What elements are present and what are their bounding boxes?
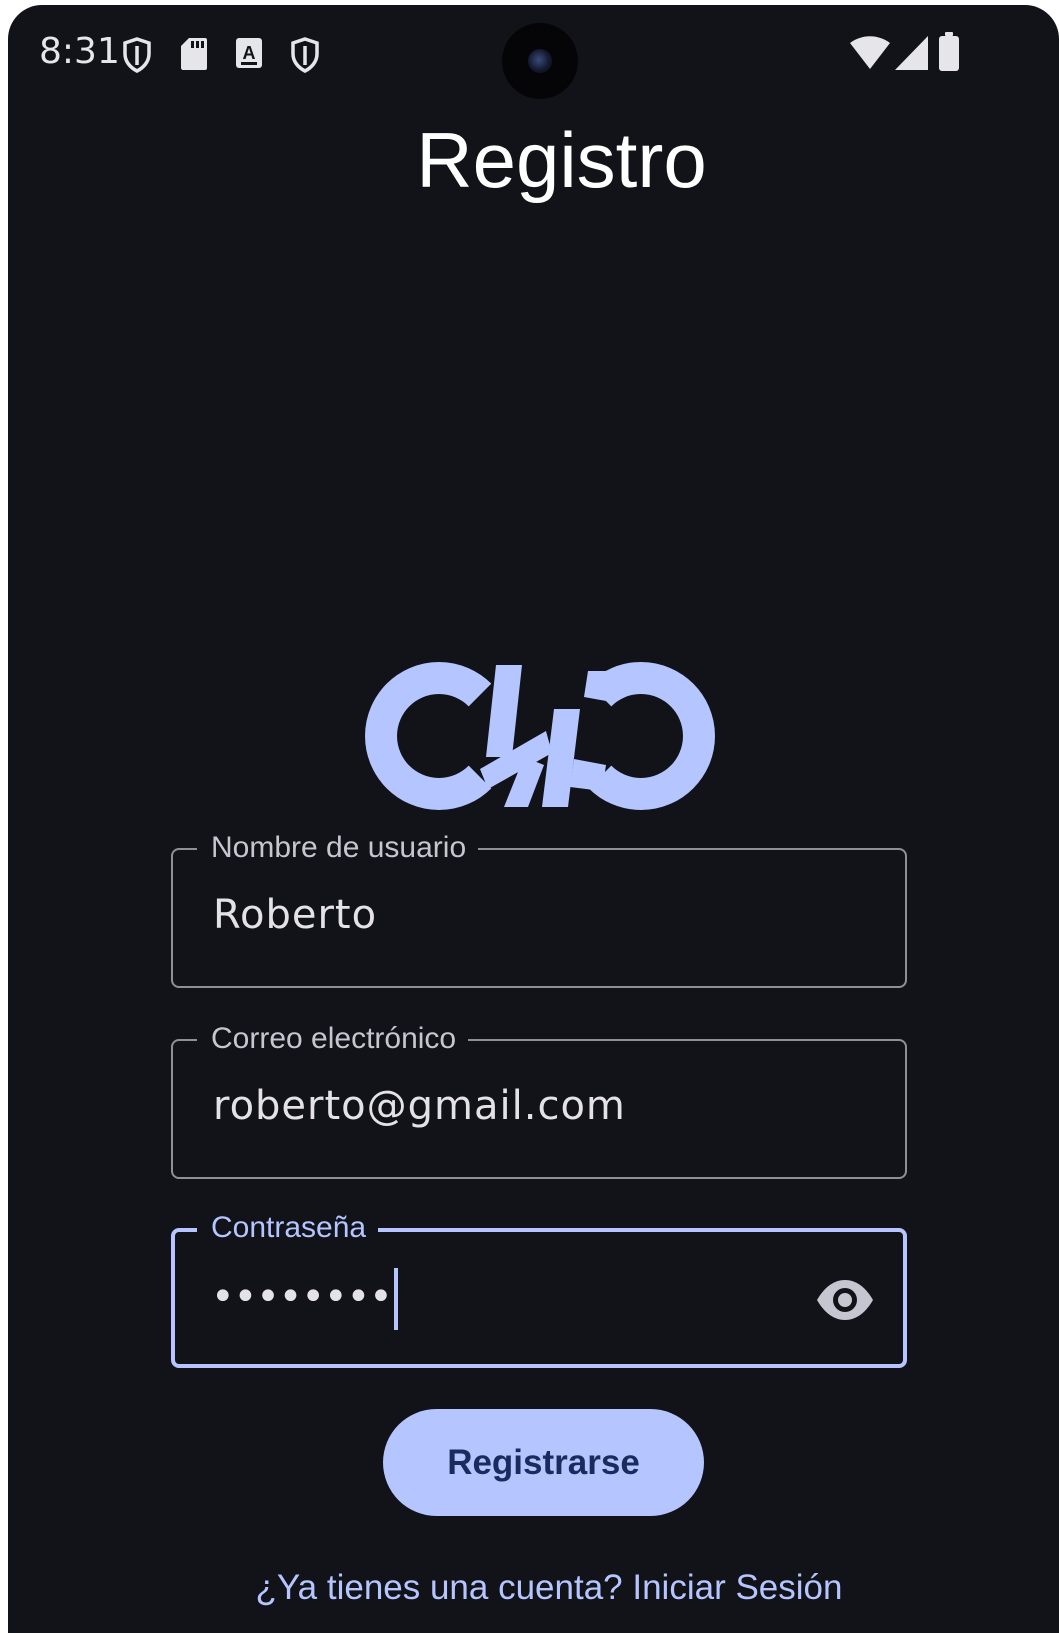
login-link[interactable]: ¿Ya tienes una cuenta? Iniciar Sesión xyxy=(8,1568,1059,1608)
sd-card-icon xyxy=(181,38,207,70)
text-caret xyxy=(393,1268,398,1330)
front-camera xyxy=(502,23,578,99)
svg-text:A: A xyxy=(243,43,256,63)
password-masked-text: •••••••• xyxy=(211,1274,393,1320)
status-bar: 8:31 A xyxy=(8,5,1059,105)
page-title: Registro xyxy=(416,116,707,204)
username-field[interactable]: Nombre de usuario Roberto xyxy=(171,828,907,988)
phone-screen: 8:31 A Registro Nombre de usuario Robert… xyxy=(8,5,1059,1633)
password-label: Contraseña xyxy=(197,1208,379,1248)
register-button[interactable]: Registrarse xyxy=(383,1409,704,1516)
cell-signal-icon xyxy=(895,36,928,70)
eye-icon[interactable] xyxy=(815,1270,875,1330)
app-logo xyxy=(338,661,742,816)
status-time: 8:31 xyxy=(39,31,120,72)
email-field[interactable]: Correo electrónico roberto@gmail.com xyxy=(171,1019,907,1179)
email-label: Correo electrónico xyxy=(197,1019,469,1059)
password-field[interactable]: Contraseña •••••••• xyxy=(171,1208,907,1368)
shield-icon xyxy=(291,37,319,73)
keyboard-a-icon: A xyxy=(236,38,262,68)
wifi-icon xyxy=(850,36,890,69)
shield-icon xyxy=(123,37,151,73)
battery-icon xyxy=(939,32,959,71)
email-value: roberto@gmail.com xyxy=(213,1083,626,1129)
username-label: Nombre de usuario xyxy=(197,828,479,868)
password-value: •••••••• xyxy=(211,1268,398,1330)
username-value: Roberto xyxy=(213,892,378,938)
